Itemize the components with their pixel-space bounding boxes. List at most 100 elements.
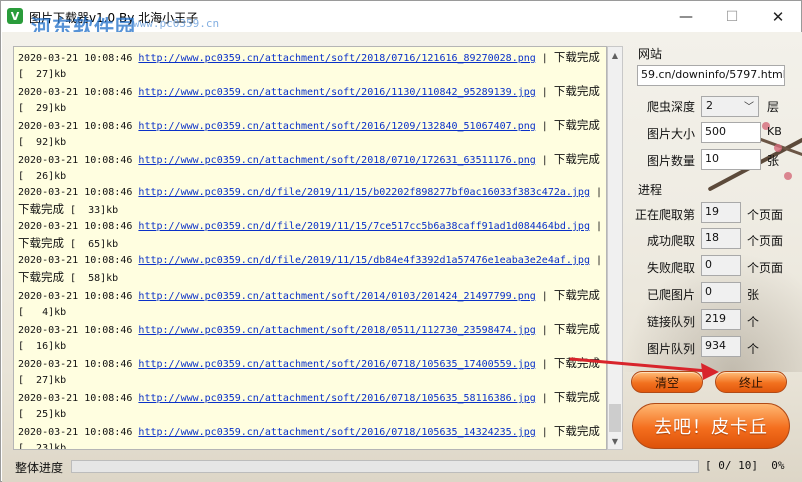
log-url-link[interactable]: http://www.pc0359.cn/attachment/soft/201… [138, 121, 535, 132]
log-line: [ 27]kb [18, 373, 602, 389]
log-line: [ 29]kb [18, 101, 602, 117]
log-line: 2020-03-21 10:08:46 http://www.pc0359.cn… [18, 423, 602, 441]
start-button[interactable]: 去吧！皮卡丘 [632, 403, 790, 449]
log-status: 下载完成 [553, 50, 600, 64]
image-queue-unit: 个 [747, 342, 760, 356]
log-timestamp: 2020-03-21 10:08:46 [18, 325, 133, 336]
depth-label: 爬虫深度 [647, 100, 696, 114]
log-line: 下载完成 [ 33]kb [18, 201, 602, 219]
log-size: [ 65]kb [64, 239, 119, 250]
log-line: [ 27]kb [18, 67, 602, 83]
log-timestamp: 2020-03-21 10:08:46 [18, 291, 133, 302]
close-button[interactable]: ✕ [755, 1, 801, 32]
log-url-link[interactable]: http://www.pc0359.cn/attachment/soft/201… [138, 87, 535, 98]
log-timestamp: 2020-03-21 10:08:46 [18, 393, 133, 404]
log-timestamp: 2020-03-21 10:08:46 [18, 87, 133, 98]
maximize-icon: ☐ [725, 8, 739, 25]
log-line: 下载完成 [ 65]kb [18, 235, 602, 253]
count-input[interactable]: 10 [701, 149, 761, 170]
site-label: 网站 [638, 47, 663, 61]
log-line: 2020-03-21 10:08:46 http://www.pc0359.cn… [18, 287, 602, 305]
clear-button[interactable]: 清空 [631, 371, 703, 393]
log-status: 下载完成 [553, 118, 600, 132]
minimize-icon: — [679, 8, 693, 25]
log-size: [ 33]kb [64, 205, 119, 216]
depth-select[interactable]: 2 ﹀ [701, 96, 759, 117]
log-timestamp: 2020-03-21 10:08:46 [18, 121, 133, 132]
log-timestamp: 2020-03-21 10:08:46 [18, 187, 133, 198]
log-line: 下载完成 [ 58]kb [18, 269, 602, 287]
log-timestamp: 2020-03-21 10:08:46 [18, 53, 133, 64]
size-label: 图片大小 [647, 127, 696, 141]
progress-text: [ 0/ 10] 0% [705, 459, 785, 472]
log-separator: | [535, 53, 554, 64]
log-separator: | [535, 87, 554, 98]
fail-label: 失败爬取 [647, 261, 696, 275]
size-input[interactable]: 500 [701, 122, 761, 143]
log-line: 2020-03-21 10:08:46 http://www.pc0359.cn… [18, 185, 602, 201]
log-size: [ 23]kb [18, 443, 67, 450]
log-line: [ 23]kb [18, 441, 602, 450]
log-url-link[interactable]: http://www.pc0359.cn/d/file/2019/11/15/b… [138, 187, 590, 198]
minimize-button[interactable]: — [663, 1, 709, 32]
scroll-down-icon[interactable]: ▼ [608, 433, 622, 449]
log-status: 下载完成 [553, 84, 600, 98]
log-url-link[interactable]: http://www.pc0359.cn/d/file/2019/11/15/7… [138, 221, 590, 232]
progress-group-label: 进程 [638, 183, 663, 197]
crawling-unit: 个页面 [747, 208, 784, 222]
log-size: [ 29]kb [18, 103, 67, 114]
log-status: 下载完成 [553, 322, 600, 336]
watermark-url: www.pc0359.cn [133, 17, 220, 30]
log-line: 2020-03-21 10:08:46 http://www.pc0359.cn… [18, 83, 602, 101]
log-size: [ 27]kb [18, 375, 67, 386]
title-bar[interactable]: V 图片下载器v1.0 By 北海小王子 河东软件园 www.pc0359.cn… [1, 1, 801, 39]
log-separator: | [535, 291, 554, 302]
log-line: [ 26]kb [18, 169, 602, 185]
site-url-input[interactable]: 59.cn/downinfo/5797.html [637, 65, 785, 86]
log-url-link[interactable]: http://www.pc0359.cn/attachment/soft/201… [138, 325, 535, 336]
download-log[interactable]: 2020-03-21 10:08:46 http://www.pc0359.cn… [13, 46, 607, 450]
crawling-label: 正在爬取第 [635, 208, 696, 222]
log-url-link[interactable]: http://www.pc0359.cn/attachment/soft/201… [138, 359, 535, 370]
log-status: 下载完成 [18, 236, 64, 250]
depth-unit: 层 [767, 100, 780, 114]
log-line: [ 4]kb [18, 305, 602, 321]
log-status: 下载完成 [553, 152, 600, 166]
success-value: 18 [701, 228, 741, 249]
close-icon: ✕ [771, 7, 785, 26]
log-status: 下载完成 [553, 424, 600, 438]
link-queue-label: 链接队列 [647, 315, 696, 329]
log-timestamp: 2020-03-21 10:08:46 [18, 221, 133, 232]
log-line: [ 92]kb [18, 135, 602, 151]
log-line: 2020-03-21 10:08:46 http://www.pc0359.cn… [18, 151, 602, 169]
chevron-down-icon: ﹀ [744, 102, 754, 113]
log-separator: | [535, 325, 554, 336]
scroll-thumb[interactable] [609, 404, 621, 432]
log-size: [ 58]kb [64, 273, 119, 284]
stop-button[interactable]: 终止 [715, 371, 787, 393]
log-url-link[interactable]: http://www.pc0359.cn/attachment/soft/201… [138, 53, 535, 64]
log-status: 下载完成 [18, 202, 64, 216]
log-line: 2020-03-21 10:08:46 http://www.pc0359.cn… [18, 355, 602, 373]
log-url-link[interactable]: http://www.pc0359.cn/attachment/soft/201… [138, 427, 535, 438]
maximize-button[interactable]: ☐ [709, 1, 755, 32]
blossom-decoration [774, 144, 782, 152]
log-timestamp: 2020-03-21 10:08:46 [18, 427, 133, 438]
crawled-images-label: 已爬图片 [647, 288, 696, 302]
log-scrollbar[interactable]: ▲ ▼ [607, 46, 623, 450]
log-url-link[interactable]: http://www.pc0359.cn/attachment/soft/201… [138, 291, 535, 302]
log-timestamp: 2020-03-21 10:08:46 [18, 155, 133, 166]
log-url-link[interactable]: http://www.pc0359.cn/d/file/2019/11/15/d… [138, 255, 590, 266]
log-separator: | [589, 255, 603, 266]
scroll-up-icon[interactable]: ▲ [608, 47, 622, 63]
log-size: [ 25]kb [18, 409, 67, 420]
log-line: [ 25]kb [18, 407, 602, 423]
log-url-link[interactable]: http://www.pc0359.cn/attachment/soft/201… [138, 155, 535, 166]
log-line: [ 16]kb [18, 339, 602, 355]
log-url-link[interactable]: http://www.pc0359.cn/attachment/soft/201… [138, 393, 535, 404]
log-line: 2020-03-21 10:08:46 http://www.pc0359.cn… [18, 253, 602, 269]
log-size: [ 27]kb [18, 69, 67, 80]
overall-progress-bar [71, 460, 699, 473]
fail-value: 0 [701, 255, 741, 276]
link-queue-unit: 个 [747, 315, 760, 329]
